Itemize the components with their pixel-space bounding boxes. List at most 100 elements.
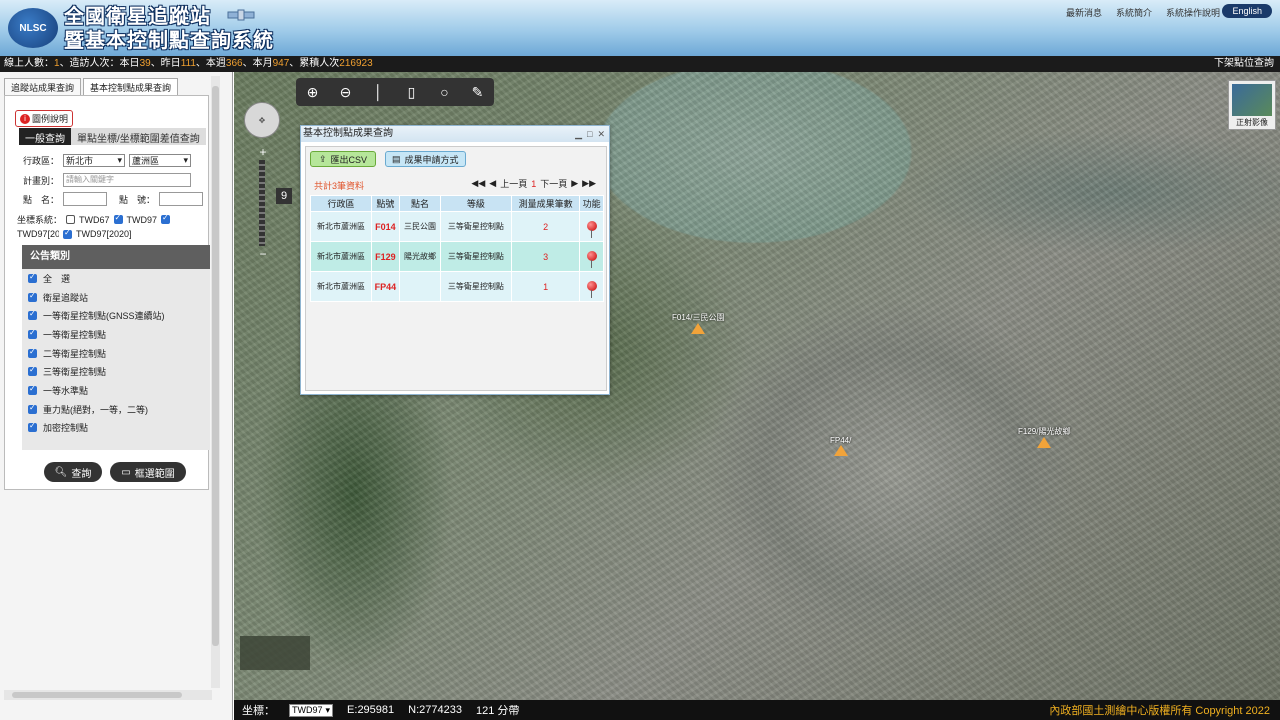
eraser-icon[interactable]: ✎ xyxy=(466,80,490,104)
export-csv-button[interactable]: ⇪ 匯出CSV xyxy=(310,151,377,167)
twd97-2020-label: TWD97[2020] xyxy=(76,229,132,239)
subtab-general[interactable]: 一般查詢 xyxy=(19,128,71,145)
checkbox-twd97-2010[interactable] xyxy=(161,213,171,224)
offline-points-link[interactable]: 下架點位查詢 xyxy=(1214,56,1274,72)
link-news[interactable]: 最新消息 xyxy=(1066,6,1102,19)
overview-minimap[interactable] xyxy=(240,636,310,670)
next-page-link[interactable]: 下一頁 xyxy=(540,177,567,190)
announcement-item[interactable]: 一等衛星控制點 xyxy=(22,325,210,344)
subtab-coordinate[interactable]: 單點坐標/坐標範圍差值查詢 xyxy=(71,128,206,145)
ortho-thumbnail xyxy=(1232,84,1272,116)
tab-control-point[interactable]: 基本控制點成果查詢 xyxy=(83,78,179,95)
announcement-item[interactable]: 全 選 xyxy=(22,269,210,288)
maximize-icon[interactable]: □ xyxy=(587,126,592,142)
zoom-slider[interactable]: + − xyxy=(257,146,267,262)
announcement-item[interactable]: 一等水準點 xyxy=(22,381,210,400)
close-icon[interactable]: ✕ xyxy=(597,126,605,142)
announcement-item[interactable]: 二等衛星控制點 xyxy=(22,344,210,363)
point-no-input[interactable] xyxy=(159,192,204,206)
zoom-in-icon[interactable]: ⊕ xyxy=(301,80,325,104)
apply-method-button[interactable]: ▤ 成果申請方式 xyxy=(385,151,466,167)
zoom-plus-icon[interactable]: + xyxy=(257,146,269,158)
locate-pin-icon[interactable] xyxy=(586,250,597,268)
week-label: 、本週 xyxy=(195,58,226,69)
legend-button[interactable]: i 圖例說明 xyxy=(15,110,74,127)
range-select-button[interactable]: ▭ 框選範圍 xyxy=(110,462,186,482)
map-marker-f129[interactable]: F129/陽光故鄉 xyxy=(1018,426,1070,448)
nlsc-logo[interactable]: NLSC xyxy=(8,8,58,48)
district-row: 行政區： 新北市 ▾ 蘆洲區 ▾ xyxy=(23,154,192,167)
english-button[interactable]: English xyxy=(1222,4,1272,18)
announcement-item[interactable]: 三等衛星控制點 xyxy=(22,362,210,381)
first-page-icon[interactable]: ◀◀ xyxy=(471,178,485,189)
table-row[interactable]: 新北市蘆洲區 F129 陽光故鄉 三等衛星控制點 3 xyxy=(310,241,604,272)
dialog-titlebar[interactable]: 基本控制點成果查詢 ▁ □ ✕ xyxy=(301,126,609,142)
point-name-input[interactable] xyxy=(63,192,108,206)
table-row[interactable]: 新北市蘆洲區 FP44 三等衛星控制點 1 xyxy=(310,271,604,302)
last-page-icon[interactable]: ▶▶ xyxy=(582,178,596,189)
checkbox-twd97-2020[interactable] xyxy=(63,228,72,239)
locate-pin-icon[interactable] xyxy=(586,280,597,298)
document-icon[interactable]: ▯ xyxy=(400,80,424,104)
ortho-label: 正射影像 xyxy=(1236,118,1268,127)
month-value: 947 xyxy=(272,58,290,69)
checkbox-twd97[interactable] xyxy=(113,213,123,224)
table-row[interactable]: 新北市蘆洲區 F014 三民公園 三等衛星控制點 2 xyxy=(310,211,604,242)
cell-point-id[interactable]: F014 xyxy=(370,211,400,242)
checkbox[interactable] xyxy=(28,328,37,339)
announcement-item[interactable]: 重力點(絕對，一等，二等) xyxy=(22,400,210,419)
left-horizontal-scrollbar[interactable] xyxy=(4,690,212,700)
tab-tracking-station[interactable]: 追蹤站成果查詢 xyxy=(4,78,82,95)
scroll-thumb[interactable] xyxy=(212,86,219,646)
measure-line-icon[interactable]: │ xyxy=(367,80,391,104)
announcement-item[interactable]: 一等衛星控制點(GNSS連續站) xyxy=(22,306,210,325)
checkbox[interactable] xyxy=(28,403,37,414)
checkbox[interactable] xyxy=(28,384,37,395)
zoom-minus-icon[interactable]: − xyxy=(257,248,269,260)
result-table: 行政區 點號 點名 等級 測量成果筆數 功能 新北市蘆洲區 F014 三民公園 … xyxy=(310,195,604,302)
minimize-icon[interactable]: ▁ xyxy=(575,126,582,142)
plan-input[interactable]: 請輸入關鍵字 xyxy=(63,173,192,187)
city-select[interactable]: 新北市 ▾ xyxy=(63,154,126,167)
prev-page-link[interactable]: 上一頁 xyxy=(500,177,527,190)
locate-pin-icon[interactable] xyxy=(586,220,597,238)
pan-control[interactable]: ✥ xyxy=(244,102,280,138)
checkbox[interactable] xyxy=(28,421,37,433)
map-marker-f014[interactable]: F014/三民公園 xyxy=(672,312,724,334)
checkbox[interactable] xyxy=(28,347,37,358)
cell-count[interactable]: 3 xyxy=(510,241,581,272)
cell-function xyxy=(579,241,604,272)
col-point-id: 點號 xyxy=(370,195,400,212)
checkbox[interactable] xyxy=(28,291,37,302)
checkbox-twd67[interactable] xyxy=(66,215,76,224)
prev-page-icon[interactable]: ◀ xyxy=(489,178,496,189)
ortho-image-toggle[interactable]: 正射影像 xyxy=(1228,80,1276,130)
marker-label: F129/陽光故鄉 xyxy=(1018,427,1071,436)
zoom-track[interactable] xyxy=(259,160,265,246)
announcement-item[interactable]: 加密控制點 xyxy=(22,419,210,438)
cell-point-id[interactable]: FP44 xyxy=(370,271,400,302)
area-select[interactable]: 蘆洲區 ▾ xyxy=(129,154,192,167)
export-icon: ⇪ xyxy=(319,153,327,164)
today-value: 39 xyxy=(139,58,151,69)
cell-function xyxy=(579,211,604,242)
link-about[interactable]: 系統簡介 xyxy=(1116,6,1152,19)
link-manual[interactable]: 系統操作說明 xyxy=(1166,6,1220,19)
zoom-out-icon[interactable]: ⊖ xyxy=(334,80,358,104)
cell-point-id[interactable]: F129 xyxy=(370,241,400,272)
checkbox[interactable] xyxy=(28,272,37,283)
checkbox[interactable] xyxy=(28,365,37,377)
map-marker-fp44[interactable]: FP44/ xyxy=(830,436,851,456)
left-vertical-scrollbar[interactable] xyxy=(211,76,220,688)
scroll-thumb[interactable] xyxy=(12,692,182,698)
announcement-item[interactable]: 衛星追蹤站 xyxy=(22,288,210,307)
coord-system-select[interactable]: TWD97 ▾ xyxy=(289,703,334,717)
next-page-icon[interactable]: ▶ xyxy=(571,178,578,189)
query-button[interactable]: 🔍︎ 查詢 xyxy=(44,462,102,482)
item-label: 一等衛星控制點(GNSS連續站) xyxy=(43,311,165,322)
checkbox[interactable] xyxy=(28,309,37,321)
cell-count[interactable]: 1 xyxy=(510,271,581,302)
plan-label: 計畫別： xyxy=(23,175,60,186)
cell-count[interactable]: 2 xyxy=(510,211,581,242)
circle-icon[interactable]: ○ xyxy=(433,80,457,104)
